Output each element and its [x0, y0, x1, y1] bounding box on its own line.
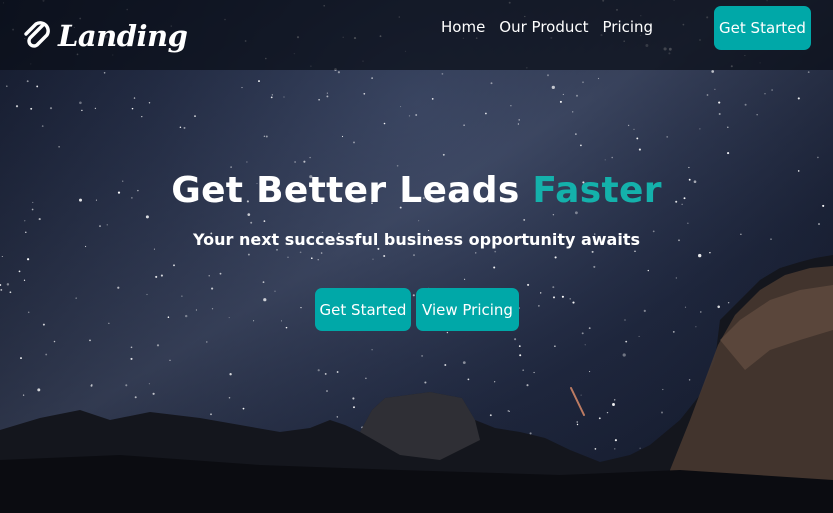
nav-links: Home Our Product Pricing: [441, 17, 653, 37]
nav-link-home[interactable]: Home: [441, 17, 485, 37]
nav-link-our-product[interactable]: Our Product: [499, 17, 588, 37]
nav-get-started-button[interactable]: Get Started: [714, 6, 811, 50]
hero-title: Get Better Leads Faster: [0, 160, 833, 222]
paperclip-icon: [24, 21, 50, 48]
brand-name: Landing: [58, 19, 188, 53]
top-navbar: Landing Home Our Product Pricing Get Sta…: [0, 0, 833, 70]
landing-page: Landing Home Our Product Pricing Get Sta…: [0, 0, 833, 513]
hero-section: Get Better Leads Faster Your next succes…: [0, 160, 833, 253]
hero-subtitle: Your next successful business opportunit…: [192, 230, 640, 249]
hero-title-main: Get Better Leads: [171, 170, 533, 211]
hero-title-accent: Faster: [532, 170, 662, 211]
mountain-silhouette: [0, 255, 833, 513]
nav-link-pricing[interactable]: Pricing: [603, 17, 654, 37]
hero-get-started-button[interactable]: Get Started: [315, 288, 411, 331]
brand-logo[interactable]: Landing: [22, 14, 188, 58]
hero-view-pricing-button[interactable]: View Pricing: [416, 288, 519, 331]
hero-actions: Get Started View Pricing: [315, 288, 519, 331]
